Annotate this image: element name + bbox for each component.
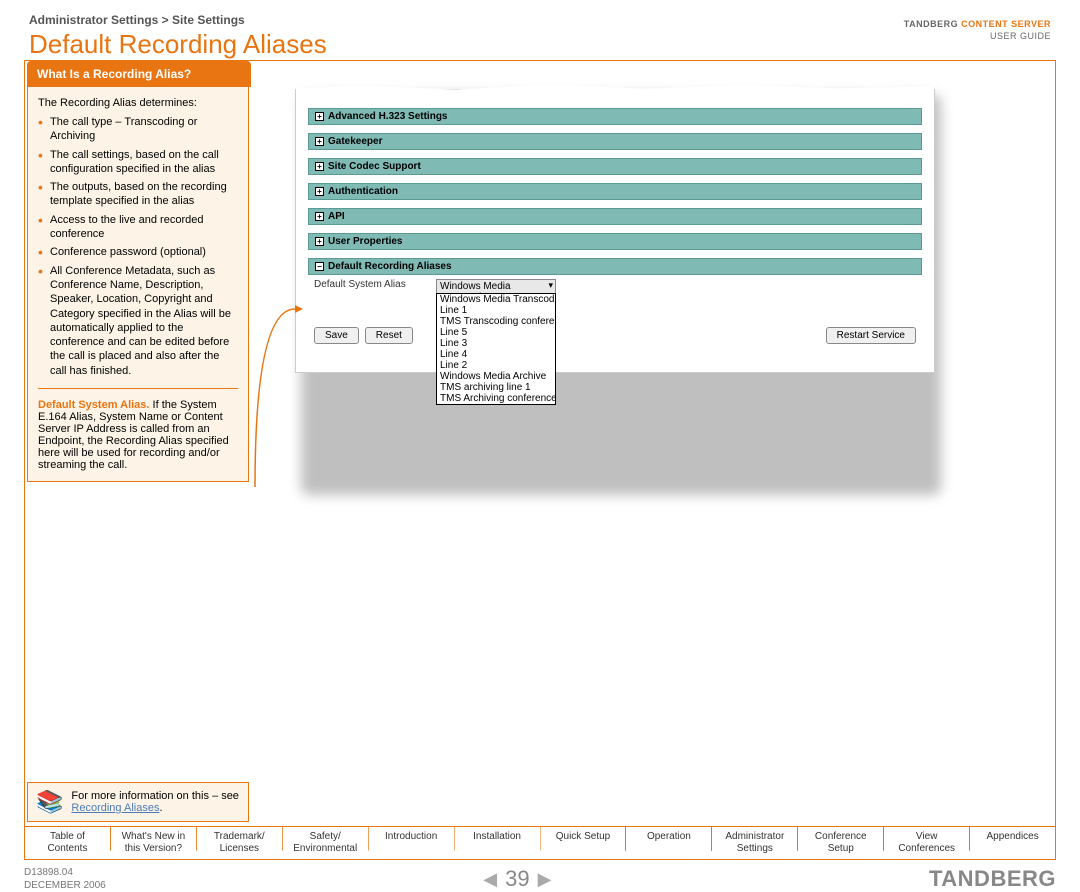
section-gatekeeper[interactable]: +Gatekeeper <box>308 133 922 150</box>
alias-option[interactable]: Windows Media Transcode <box>437 294 555 305</box>
nav-tab[interactable]: Introduction <box>369 827 455 860</box>
sidebar-bullet: The call type – Transcoding or Archiving <box>38 115 238 144</box>
section-user-properties[interactable]: +User Properties <box>308 233 922 250</box>
books-icon: 📚 <box>36 789 63 815</box>
sidebar-bullet-list: The call type – Transcoding or Archiving… <box>38 115 238 378</box>
nav-tab[interactable]: Table ofContents <box>25 827 111 860</box>
recording-aliases-link[interactable]: Recording Aliases <box>71 802 159 814</box>
alias-dropdown-list[interactable]: Windows Media Transcode Line 1 TMS Trans… <box>436 293 556 405</box>
section-advanced-h323[interactable]: +Advanced H.323 Settings <box>308 108 922 125</box>
breadcrumb: Administrator Settings > Site Settings <box>29 13 1051 27</box>
doc-id-block: D13898.04 DECEMBER 2006 <box>24 866 106 892</box>
default-system-alias-label: Default System Alias <box>314 279 428 290</box>
nav-tab[interactable]: Operation <box>626 827 712 860</box>
tandberg-logo: TANDBERG <box>929 866 1056 892</box>
alias-option[interactable]: Windows Media Archive <box>437 371 555 382</box>
alias-option[interactable]: Line 2 <box>437 360 555 371</box>
section-authentication[interactable]: +Authentication <box>308 183 922 200</box>
alias-option[interactable]: TMS Archiving conference <box>437 393 555 404</box>
settings-screenshot: +Advanced H.323 Settings +Gatekeeper +Si… <box>295 89 935 373</box>
sidebar-default-desc: Default System Alias. If the System E.16… <box>38 399 238 471</box>
alias-option[interactable]: Line 3 <box>437 338 555 349</box>
section-site-codec[interactable]: +Site Codec Support <box>308 158 922 175</box>
alias-option[interactable]: Line 5 <box>437 327 555 338</box>
pager: ◀ 39 ▶ <box>483 866 551 892</box>
sidebar-tab-title: What Is a Recording Alias? <box>27 61 251 87</box>
reset-button[interactable]: Reset <box>365 327 413 344</box>
nav-tab[interactable]: Installation <box>455 827 541 860</box>
nav-tab[interactable]: AdministratorSettings <box>712 827 798 860</box>
restart-service-button[interactable]: Restart Service <box>826 327 916 344</box>
page-number: 39 <box>505 866 529 892</box>
prev-page-arrow[interactable]: ◀ <box>483 869 497 890</box>
alias-option[interactable]: TMS archiving line 1 <box>437 382 555 393</box>
nav-tab[interactable]: ConferenceSetup <box>798 827 884 860</box>
nav-tab[interactable]: Quick Setup <box>541 827 627 860</box>
nav-tab[interactable]: What's New inthis Version? <box>111 827 197 860</box>
more-info-box: 📚 For more information on this – see Rec… <box>27 782 249 822</box>
sidebar-bullet: Conference password (optional) <box>38 245 238 259</box>
nav-tab[interactable]: Trademark/Licenses <box>197 827 283 860</box>
brand-block: TANDBERG CONTENT SERVER USER GUIDE <box>904 19 1051 42</box>
section-default-recording-aliases[interactable]: −Default Recording Aliases <box>308 258 922 275</box>
nav-tab[interactable]: ViewConferences <box>884 827 970 860</box>
sidebar-bullet: Access to the live and recorded conferen… <box>38 213 238 242</box>
sidebar-panel: The Recording Alias determines: The call… <box>27 87 249 482</box>
alias-option[interactable]: Line 1 <box>437 305 555 316</box>
sidebar-bullet: All Conference Metadata, such as Confere… <box>38 264 238 378</box>
nav-tab[interactable]: Safety/Environmental <box>283 827 369 860</box>
save-button[interactable]: Save <box>314 327 359 344</box>
page-title: Default Recording Aliases <box>29 29 1051 60</box>
section-api[interactable]: +API <box>308 208 922 225</box>
alias-option[interactable]: TMS Transcoding conference <box>437 316 555 327</box>
sidebar-intro: The Recording Alias determines: <box>38 97 238 109</box>
sidebar-bullet: The call settings, based on the call con… <box>38 148 238 177</box>
next-page-arrow[interactable]: ▶ <box>538 869 552 890</box>
sidebar-bullet: The outputs, based on the recording temp… <box>38 180 238 209</box>
alias-option[interactable]: Line 4 <box>437 349 555 360</box>
nav-tab[interactable]: Appendices <box>970 827 1055 860</box>
